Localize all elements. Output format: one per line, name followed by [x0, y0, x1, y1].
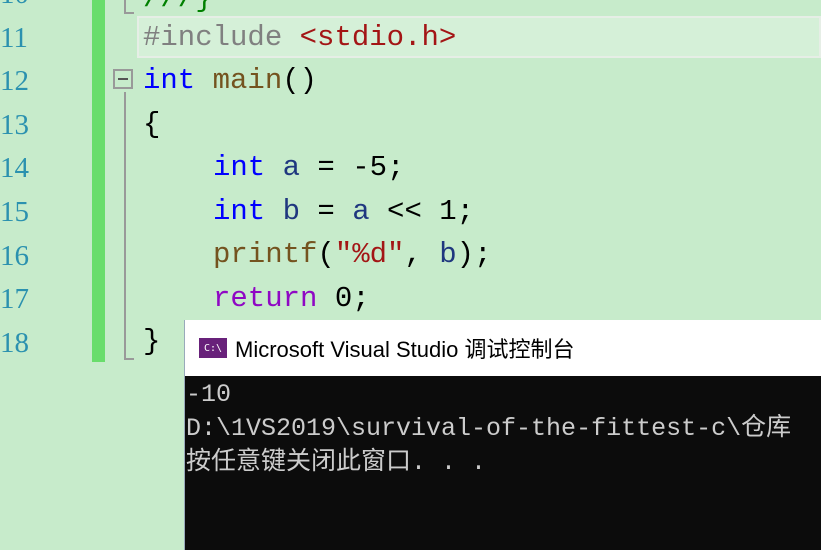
console-titlebar[interactable]: C:\ Microsoft Visual Studio 调试控制台: [185, 320, 821, 376]
code-line: {: [143, 108, 161, 141]
line-number: 13: [0, 109, 29, 141]
function-name: printf: [213, 238, 318, 271]
line-number: 18: [0, 327, 29, 359]
variable: b: [439, 238, 457, 271]
punct: (): [282, 64, 318, 97]
keyword: int: [213, 151, 266, 184]
code-line: ///}: [143, 0, 213, 14]
output-line: 按任意键关闭此窗口. . .: [186, 448, 487, 477]
console-title: Microsoft Visual Studio 调试控制台: [235, 337, 575, 362]
code-line: return 0;: [213, 284, 370, 314]
punct: ,: [404, 238, 440, 271]
line-number: 10: [0, 0, 40, 11]
collapse-icon[interactable]: [113, 69, 133, 89]
code-line: int main(): [143, 66, 317, 96]
code-line: #include <stdio.h>: [143, 23, 456, 53]
code-line: int b = a << 1;: [213, 197, 474, 227]
console-output: -10 D:\1VS2019\survival-of-the-fittest-c\…: [185, 376, 821, 480]
expr: 0;: [317, 282, 370, 315]
variable: b: [282, 195, 301, 228]
keyword: return: [213, 282, 318, 315]
variable: a: [352, 195, 370, 228]
function-name: main: [212, 64, 283, 97]
fold-guide-main-end: [124, 358, 134, 360]
expr: =: [300, 195, 353, 228]
string: "%d": [334, 238, 405, 271]
expr: << 1;: [369, 195, 475, 228]
output-line: -10: [186, 380, 232, 409]
line-number: 16: [0, 240, 29, 272]
variable: a: [282, 151, 301, 184]
keyword: int: [213, 195, 266, 228]
code-line: printf("%d", b);: [213, 240, 491, 270]
change-indicator-bar: [92, 0, 105, 362]
header-name: <stdio.h>: [299, 21, 457, 54]
output-line: D:\1VS2019\survival-of-the-fittest-c\仓库: [186, 414, 792, 443]
punct: (: [317, 238, 335, 271]
line-number: 14: [0, 152, 29, 184]
fold-guide-main: [124, 92, 126, 360]
expr: = -5;: [300, 151, 405, 184]
line-number: 15: [0, 196, 29, 228]
preprocessor: #include: [143, 21, 300, 54]
punct: );: [456, 238, 492, 271]
keyword: int: [143, 64, 196, 97]
fold-guide-end: [124, 12, 134, 14]
line-number: 12: [0, 65, 29, 97]
debug-console-window[interactable]: C:\ Microsoft Visual Studio 调试控制台 -10 D:\…: [184, 320, 821, 550]
line-number: 11: [0, 22, 28, 54]
code-line: int a = -5;: [213, 153, 404, 183]
console-app-icon: C:\: [199, 338, 227, 358]
code-line: }: [143, 325, 161, 358]
line-number: 17: [0, 283, 29, 315]
